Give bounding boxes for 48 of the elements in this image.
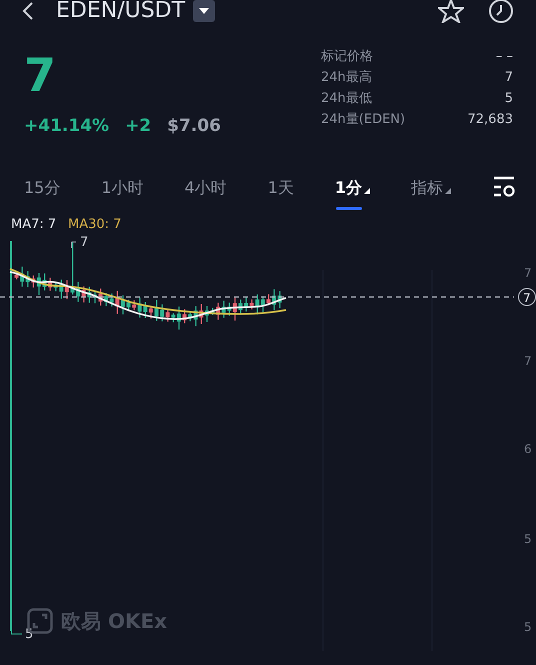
ma30-label: MA30: 7: [68, 216, 122, 234]
pair-title: EDEN/USDT: [56, 0, 186, 25]
y-axis-label: 7: [524, 352, 532, 370]
change-amount: +2: [125, 115, 152, 138]
high-price-marker: 7: [80, 234, 88, 252]
stat-value: – –: [496, 48, 513, 66]
candlestick: [42, 272, 46, 290]
candlestick: [70, 242, 74, 294]
interval-tab[interactable]: 1小时: [101, 176, 144, 210]
interval-tab[interactable]: 1分: [334, 176, 370, 210]
candlestick: [238, 299, 242, 314]
stat-value: 7: [504, 69, 513, 87]
clock-icon[interactable]: [488, 0, 514, 24]
last-price-tag: 7: [523, 288, 531, 306]
back-icon[interactable]: [22, 2, 34, 20]
stat-value: 5: [504, 90, 513, 108]
low-marker-bracket: [11, 630, 22, 634]
candlestick: [266, 294, 270, 305]
ma7-label: MA7: 7: [11, 216, 56, 234]
y-axis-label: 7: [524, 264, 532, 282]
caret-icon: [198, 7, 210, 15]
high-marker-bracket: [71, 241, 76, 248]
stat-label: 24h最高: [321, 69, 372, 87]
candlestick: [154, 299, 158, 320]
interval-tab[interactable]: 4小时: [184, 176, 227, 210]
stat-label: 24h最低: [321, 90, 372, 108]
candlestick: [98, 288, 102, 306]
candlestick: [182, 308, 186, 323]
last-price: 7: [24, 52, 58, 98]
usd-price: $7.06: [167, 115, 221, 138]
change-percent: +41.14%: [24, 115, 110, 138]
chart-settings-icon[interactable]: [492, 176, 516, 198]
interval-tab[interactable]: 指标: [410, 176, 451, 210]
stat-value: 72,683: [468, 111, 513, 129]
interval-tab[interactable]: 15分: [24, 176, 60, 210]
candlestick: [210, 307, 214, 314]
price-tag-circle: [518, 288, 536, 306]
candlestick: [126, 299, 130, 310]
y-axis-label: 5: [524, 530, 532, 548]
y-axis-label: 5: [524, 618, 532, 636]
candlestick: [14, 272, 18, 279]
interval-tab[interactable]: 1天: [268, 176, 294, 210]
stat-label: 24h量(EDEN): [321, 111, 406, 129]
chart-logo-text: 欧易 OKEx: [61, 608, 168, 634]
star-icon[interactable]: [438, 0, 464, 23]
pair-dropdown-button[interactable]: [193, 0, 216, 22]
y-axis-label: 6: [524, 440, 532, 458]
stat-label: 标记价格: [321, 48, 373, 66]
